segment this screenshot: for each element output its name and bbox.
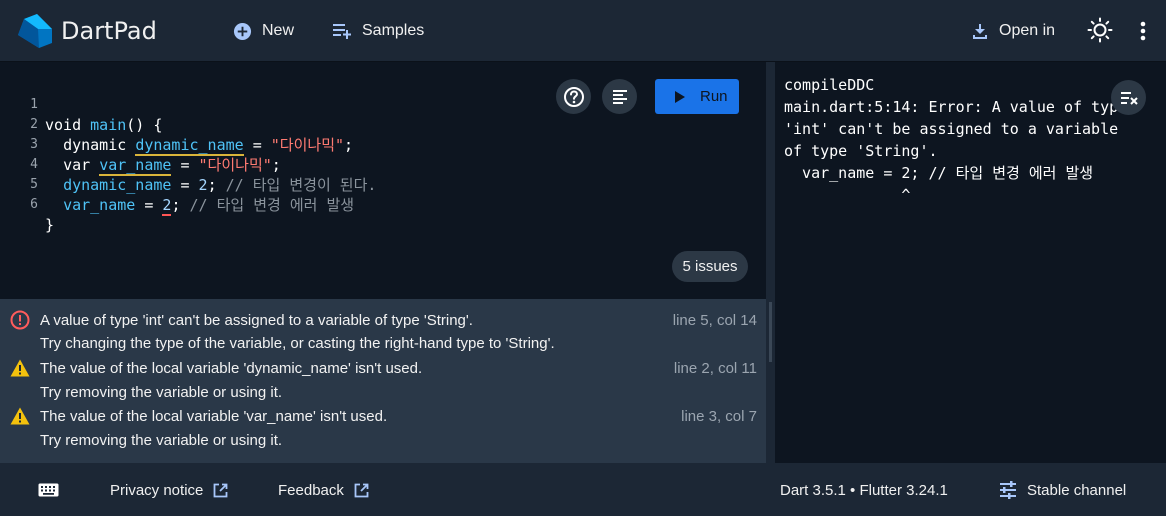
code-token: ; xyxy=(171,196,181,214)
open-in-label: Open in xyxy=(999,22,1056,39)
error-icon xyxy=(10,310,30,330)
code-token: "다이나믹" xyxy=(270,136,345,154)
keyboard-icon xyxy=(38,483,59,497)
code-token: = xyxy=(135,196,163,214)
clear-all-icon xyxy=(1120,91,1138,105)
problem-fix: Try changing the type of the variable, o… xyxy=(40,335,555,352)
code-token: "다이나믹" xyxy=(198,156,272,174)
dart-logo-icon xyxy=(18,14,52,48)
problem-location: line 5, col 14 xyxy=(672,312,757,329)
problem-location: line 2, col 11 xyxy=(673,360,757,377)
playlist-add-icon xyxy=(333,24,351,39)
code-area[interactable]: 1 void main() { 2 dynamic dynamic_name =… xyxy=(0,75,376,234)
app-footer: Privacy notice Feedback Dart 3.5.1 • Flu… xyxy=(0,463,1166,516)
drag-handle-icon[interactable] xyxy=(769,302,772,362)
open-in-button[interactable]: Open in xyxy=(971,19,1055,43)
code-token-warning: dynamic_name xyxy=(135,136,244,156)
more-menu-button[interactable] xyxy=(1138,19,1148,43)
code-comment: // 타입 변경 에러 발생 xyxy=(189,196,355,214)
code-line: 2 dynamic dynamic_name = "다이나믹"; xyxy=(0,95,353,156)
code-line: 6 } xyxy=(0,175,54,234)
sun-icon xyxy=(1087,17,1113,43)
problem-message: The value of the local variable 'var_nam… xyxy=(40,408,388,425)
code-token: = xyxy=(171,156,199,174)
code-line: 5 var_name = 2; // 타입 변경 에러 발생 xyxy=(0,155,354,216)
code-token: = xyxy=(171,176,199,194)
problem-fix: Try removing the variable or using it. xyxy=(40,432,283,449)
privacy-notice-link[interactable]: Privacy notice xyxy=(110,480,228,500)
code-token: ; xyxy=(344,136,354,154)
help-button[interactable] xyxy=(556,79,591,114)
play-icon xyxy=(675,90,685,103)
theme-toggle-button[interactable] xyxy=(1087,17,1113,43)
code-token: } xyxy=(45,216,55,234)
code-token: var_name xyxy=(63,196,136,214)
more-vert-icon xyxy=(1140,21,1146,41)
feedback-label: Feedback xyxy=(278,481,344,499)
privacy-notice-label: Privacy notice xyxy=(110,481,204,499)
split-divider[interactable] xyxy=(766,62,775,463)
code-token-warning: var_name xyxy=(99,156,172,176)
new-label: New xyxy=(262,22,295,39)
code-token: = xyxy=(243,136,271,154)
code-token: dynamic xyxy=(63,136,127,154)
problems-panel: A value of type 'int' can't be assigned … xyxy=(0,299,766,463)
version-info: Dart 3.5.1 • Flutter 3.24.1 xyxy=(780,481,948,499)
tune-icon xyxy=(1000,481,1016,499)
channel-label: Stable channel xyxy=(1027,481,1127,499)
code-comment: // 타입 변경이 된다. xyxy=(225,176,377,194)
problem-message: A value of type 'int' can't be assigned … xyxy=(40,312,473,329)
code-line: 3 var var_name = "다이나믹"; xyxy=(0,115,281,176)
code-token: var xyxy=(63,156,91,174)
problem-fix: Try removing the variable or using it. xyxy=(40,384,283,401)
samples-label: Samples xyxy=(362,22,425,39)
code-token: ; xyxy=(271,156,281,174)
code-token: 2 xyxy=(198,176,208,194)
code-token: () { xyxy=(126,116,163,134)
run-button[interactable]: Run xyxy=(655,79,739,114)
issues-badge[interactable]: 5 issues xyxy=(672,251,748,282)
channel-selector[interactable]: Stable channel xyxy=(999,480,1126,500)
open-in-new-icon xyxy=(354,483,369,497)
keyboard-shortcuts-button[interactable] xyxy=(38,480,59,500)
help-icon xyxy=(563,86,584,107)
add-circle-icon xyxy=(233,22,252,40)
code-token: main xyxy=(90,116,127,134)
samples-button[interactable]: Samples xyxy=(332,19,424,43)
warning-icon xyxy=(10,359,30,377)
open-in-new-icon xyxy=(213,483,228,497)
format-button[interactable] xyxy=(602,79,637,114)
format-align-icon xyxy=(612,89,627,104)
app-header: DartPad New Samples Open in xyxy=(0,0,1166,62)
code-editor[interactable]: 1 void main() { 2 dynamic dynamic_name =… xyxy=(0,62,766,298)
code-line: 4 dynamic_name = 2; // 타입 변경이 된다. xyxy=(0,135,376,194)
code-line: 1 void main() { xyxy=(0,75,162,134)
line-number: 6 xyxy=(30,197,38,212)
app-title: DartPad xyxy=(61,17,157,45)
code-token: ; xyxy=(207,176,217,194)
problem-location: line 3, col 7 xyxy=(681,408,757,425)
warning-icon xyxy=(10,407,30,425)
download-icon xyxy=(973,24,987,39)
problem-message: The value of the local variable 'dynamic… xyxy=(40,360,423,377)
feedback-link[interactable]: Feedback xyxy=(278,480,369,500)
code-token: dynamic_name xyxy=(63,176,172,194)
console-output: compileDDC main.dart:5:14: Error: A valu… xyxy=(784,76,1128,204)
console-panel: compileDDC main.dart:5:14: Error: A valu… xyxy=(775,62,1166,463)
run-label: Run xyxy=(700,88,728,105)
clear-console-button[interactable] xyxy=(1111,80,1146,115)
new-button[interactable]: New xyxy=(233,19,294,43)
